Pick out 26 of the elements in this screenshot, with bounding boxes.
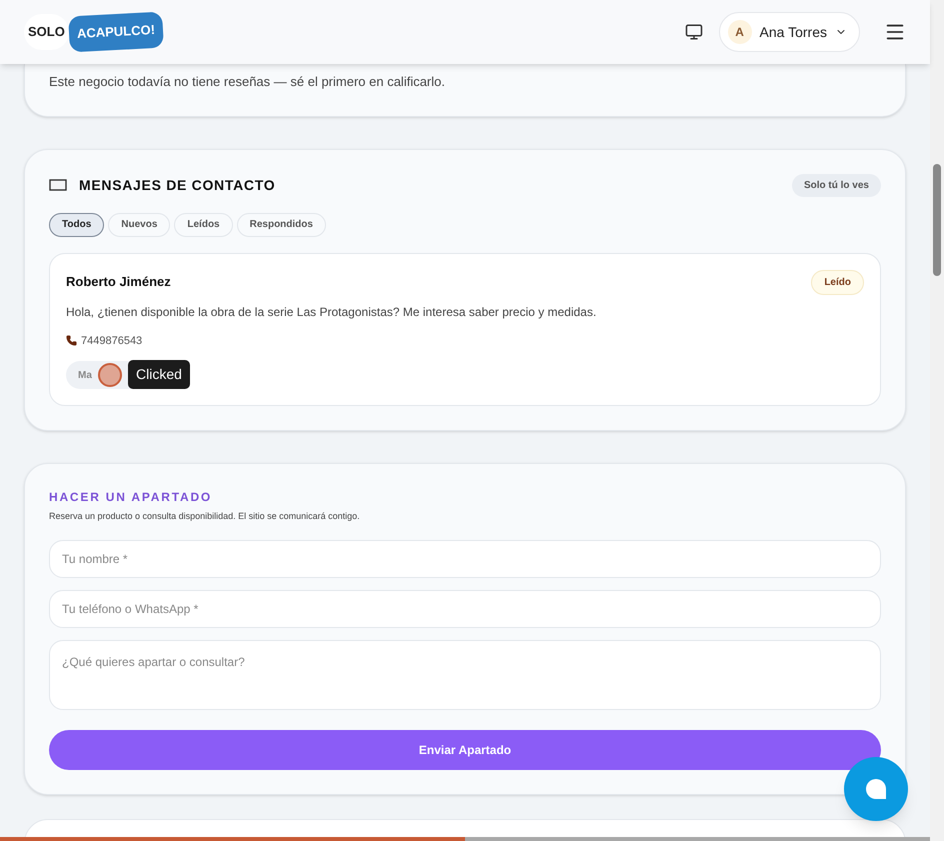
sender-name: Roberto Jiménez bbox=[66, 273, 171, 292]
envelope-icon bbox=[49, 179, 67, 191]
message-field[interactable]: ¿Qué quieres apartar o consultar? bbox=[49, 640, 881, 710]
private-badge: Solo tú lo ves bbox=[792, 174, 881, 196]
filter-tab[interactable]: Leídos bbox=[174, 212, 233, 236]
phone-number: 7449876543 bbox=[81, 334, 142, 348]
filter-tab[interactable]: Todos bbox=[49, 212, 104, 236]
text-field[interactable]: Tu teléfono o WhatsApp * bbox=[49, 590, 881, 628]
phone-icon bbox=[66, 335, 77, 346]
filter-tab[interactable]: Nuevos bbox=[108, 212, 170, 236]
chat-bubble-icon bbox=[864, 777, 888, 801]
user-menu-button[interactable]: A Ana Torres bbox=[718, 12, 860, 52]
empty-reviews-text: Este negocio todavía no tiene reseñas — sé el primero en calificarlo. bbox=[49, 73, 446, 91]
scrollbar-thumb[interactable] bbox=[933, 164, 941, 276]
click-tooltip: Clicked bbox=[128, 360, 190, 389]
section-subtitle: Reserva un producto o consulta disponibilidad. El sitio se comunicará contigo. bbox=[49, 510, 361, 523]
status-badge: Leído bbox=[811, 270, 864, 294]
user-name: Ana Torres bbox=[760, 22, 827, 42]
filter-tab[interactable]: Respondidos bbox=[236, 212, 326, 236]
message-text: Hola, ¿tienen disponible la obra de la serie Las Protagonistas? Me interesa saber precio y medidas. bbox=[66, 304, 598, 320]
avatar: A bbox=[728, 20, 752, 44]
text-field[interactable]: Tu nombre * bbox=[49, 540, 881, 578]
submit-button[interactable]: Enviar Apartado bbox=[49, 730, 881, 770]
monitor-icon[interactable] bbox=[684, 23, 703, 41]
section-title: MENSAJES DE CONTACTO bbox=[79, 176, 276, 194]
section-title: HACER UN APARTADO bbox=[49, 489, 214, 506]
